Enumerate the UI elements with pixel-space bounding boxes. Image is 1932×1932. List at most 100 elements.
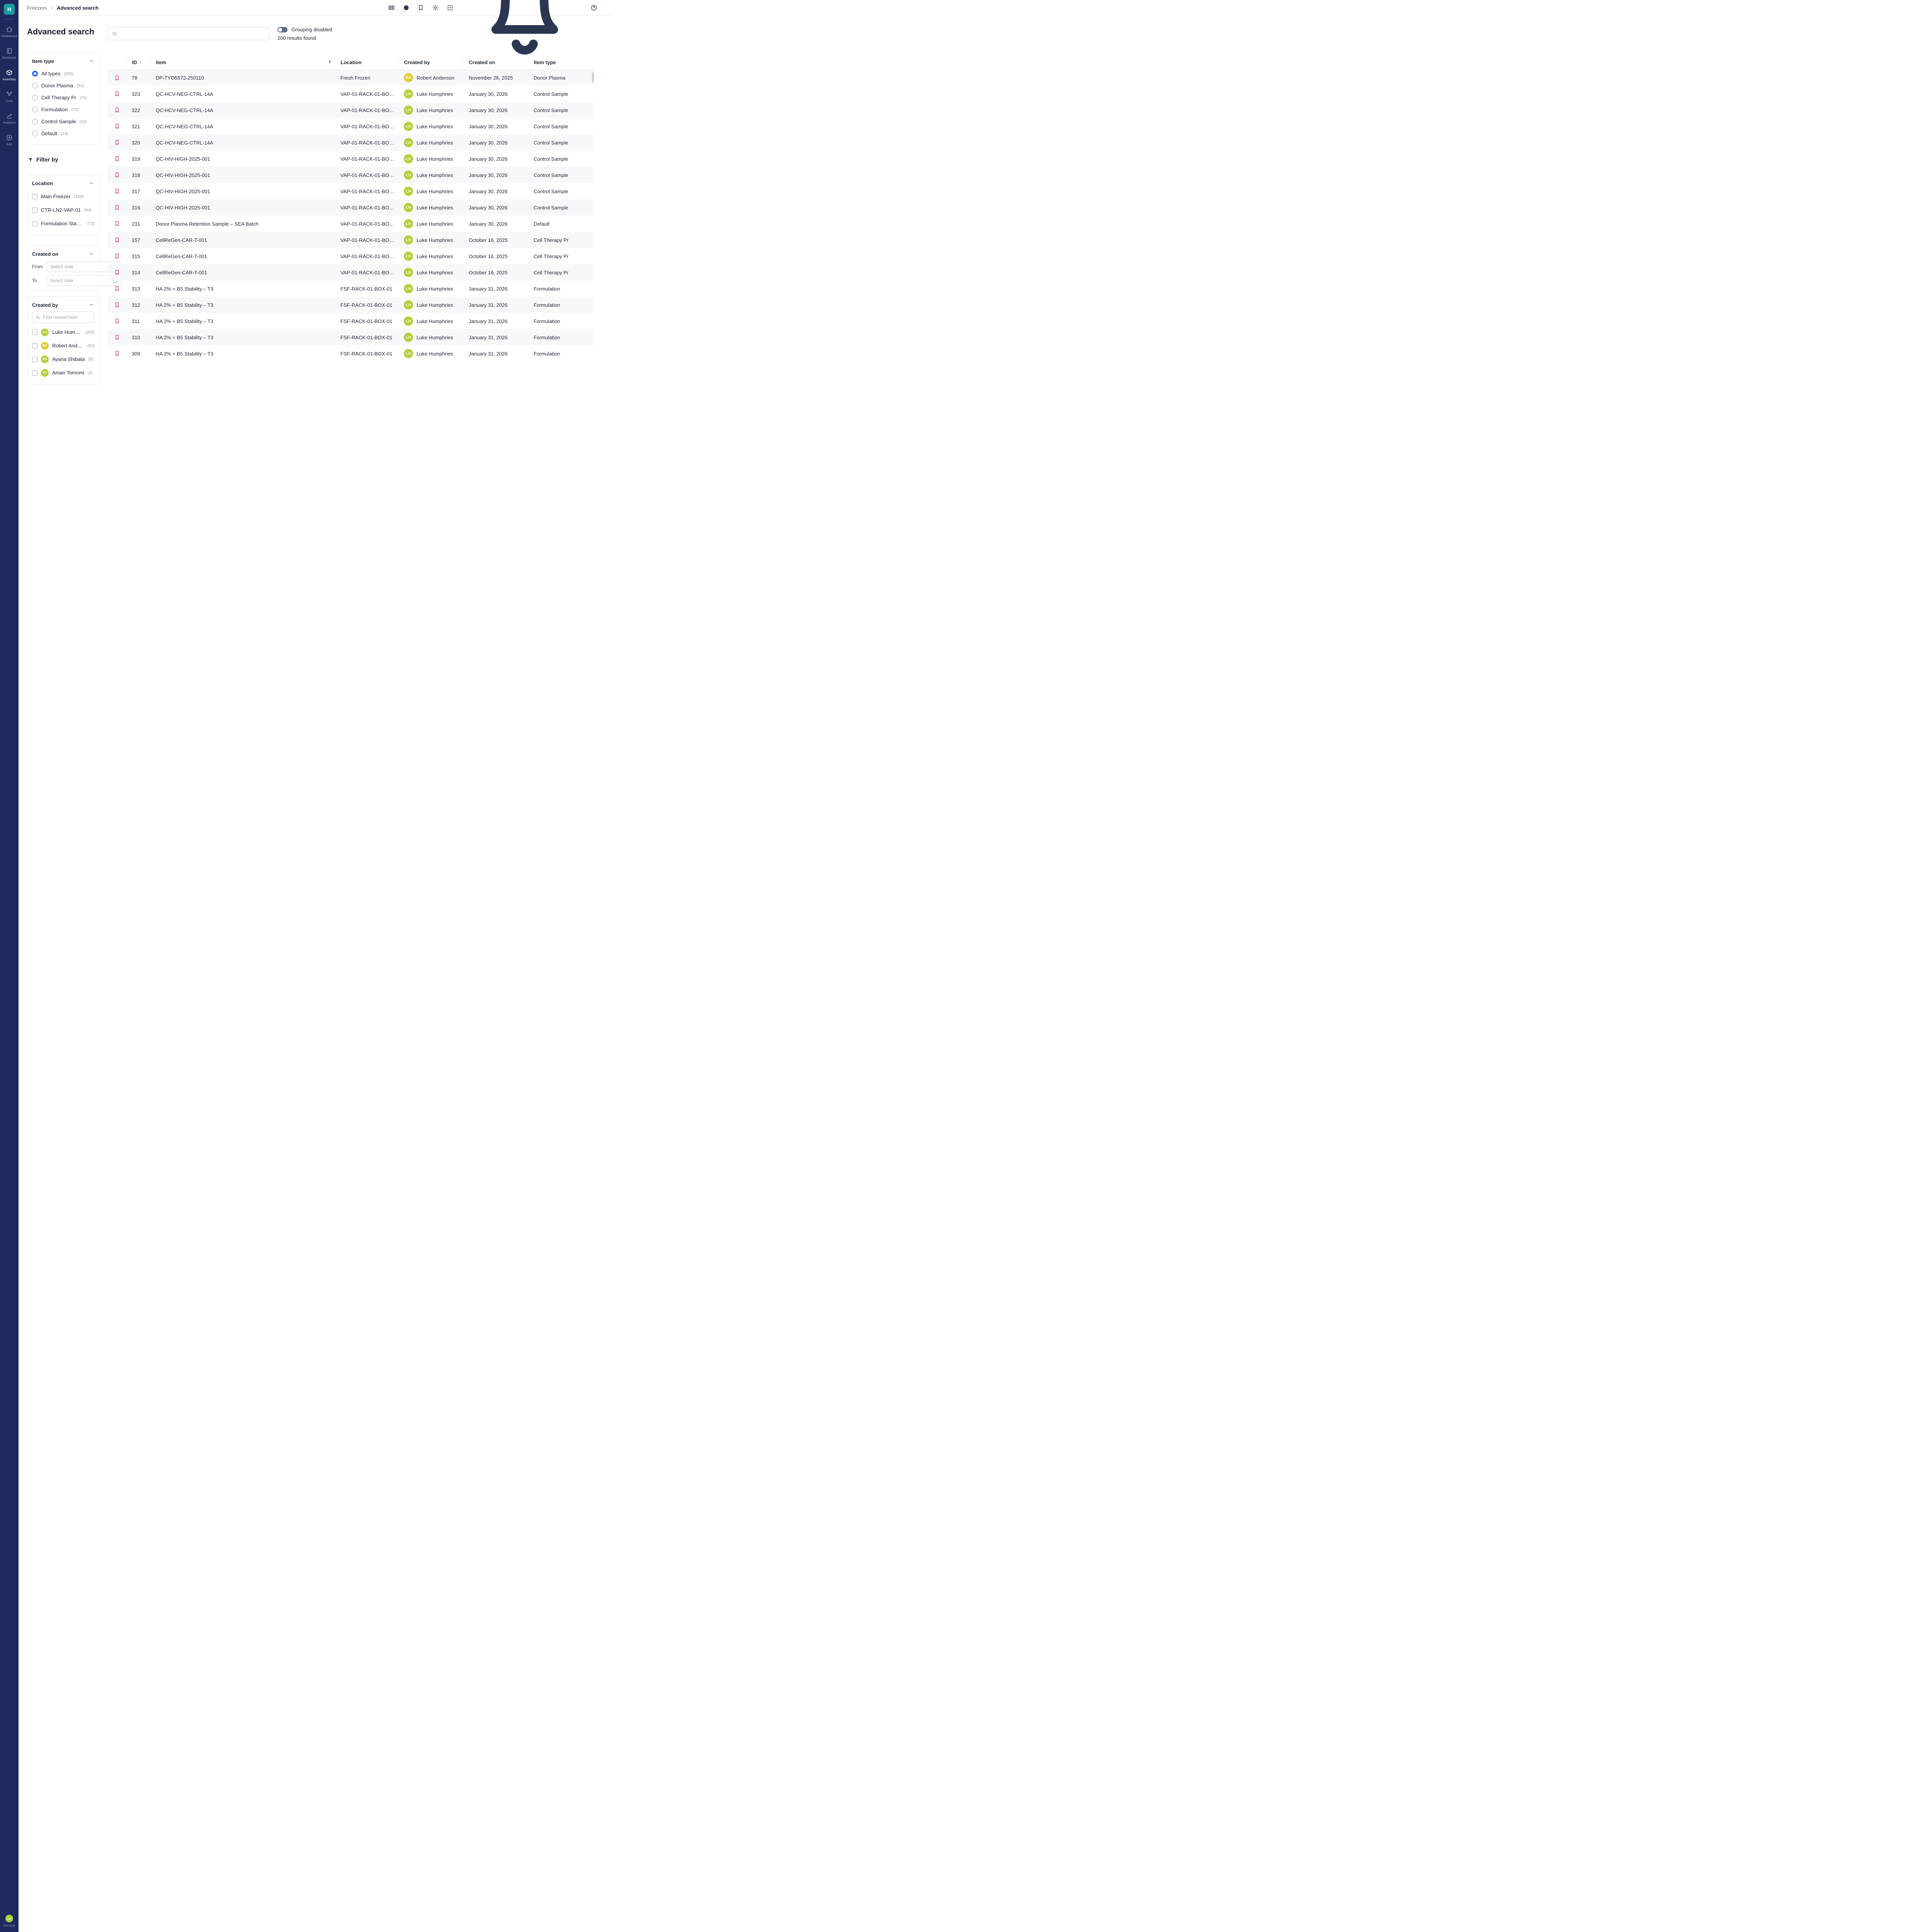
item-type-option[interactable]: Donor Plasma(81): [32, 80, 95, 92]
table-row[interactable]: 314CellReGen-CAR-T-001VAP-01-RACK-01-BOX…: [107, 264, 594, 281]
globe-icon[interactable]: [403, 4, 410, 11]
table-row[interactable]: 317QC-HIV-HIGH-2025-001VAP-01-RACK-01-BO…: [107, 183, 594, 199]
cell-item[interactable]: HA 2% + B5 Stability – T3: [151, 345, 335, 362]
breadcrumb-freezers[interactable]: Freezers: [27, 5, 47, 11]
cell-item[interactable]: CellReGen-CAR-T-001: [151, 232, 335, 248]
item-type-option[interactable]: Control Sample(24): [32, 116, 95, 128]
table-row[interactable]: 312HA 2% + B5 Stability – T3FSF-RACK-01-…: [107, 297, 594, 313]
cell-item[interactable]: QC-HIV-HIGH-2025-001: [151, 183, 335, 199]
table-row[interactable]: 157CellReGen-CAR-T-001VAP-01-RACK-01-BOX…: [107, 232, 594, 248]
avatar: AT: [41, 369, 49, 377]
find-researchers-input[interactable]: [43, 315, 91, 320]
cell-item[interactable]: HA 2% + B5 Stability – T3: [151, 297, 335, 313]
collapse-icon[interactable]: [88, 251, 95, 257]
table-row[interactable]: 316QC-HIV-HIGH-2025-001VAP-01-RACK-01-BO…: [107, 199, 594, 216]
apps-grid-icon[interactable]: [447, 4, 454, 11]
table-row[interactable]: 313HA 2% + B5 Stability – T3FSF-RACK-01-…: [107, 281, 594, 297]
cell-item[interactable]: QC-HCV-NEG-CTRL-14A: [151, 86, 335, 102]
cell-item[interactable]: HA 2% + B5 Stability – T3: [151, 281, 335, 297]
table-row[interactable]: 319QC-HIV-HIGH-2025-001VAP-01-RACK-01-BO…: [107, 151, 594, 167]
row-bookmark-icon[interactable]: [114, 156, 120, 162]
row-bookmark-icon[interactable]: [114, 172, 120, 178]
row-bookmark-icon[interactable]: [114, 188, 120, 194]
location-option[interactable]: Main Freezer(100): [32, 190, 95, 203]
sidebar-item-add[interactable]: Add: [0, 129, 19, 151]
cell-item[interactable]: QC-HIV-HIGH-2025-001: [151, 151, 335, 167]
barcode-icon[interactable]: [388, 4, 395, 11]
researcher-option[interactable]: ATAmari Tomomi(2): [32, 366, 95, 379]
sidebar-nav: DashboardNotebookInventoryCoreAnalyticsA…: [0, 21, 19, 151]
cell-item[interactable]: QC-HCV-NEG-CTRL-14A: [151, 102, 335, 118]
table-row[interactable]: 311HA 2% + B5 Stability – T3FSF-RACK-01-…: [107, 313, 594, 329]
col-id[interactable]: ID ▲▼: [127, 55, 151, 70]
bookmark-icon[interactable]: [417, 4, 424, 11]
row-bookmark-icon[interactable]: [114, 91, 120, 97]
row-bookmark-icon[interactable]: [114, 204, 120, 211]
collapse-icon[interactable]: [88, 58, 95, 64]
help-icon[interactable]: [590, 4, 597, 11]
table-row[interactable]: 309HA 2% + B5 Stability – T3FSF-RACK-01-…: [107, 345, 594, 362]
table-row[interactable]: 320QC-HCV-NEG-CTRL-14AVAP-01-RACK-01-BOX…: [107, 134, 594, 151]
cell-item[interactable]: HA 2% + B5 Stability – T3: [151, 329, 335, 345]
row-bookmark-icon[interactable]: [114, 318, 120, 324]
item-type-option[interactable]: Default(13): [32, 128, 95, 139]
grouping-toggle[interactable]: [277, 27, 287, 32]
table-row[interactable]: 321QC-HCV-NEG-CTRL-14AVAP-01-RACK-01-BOX…: [107, 118, 594, 134]
cell-item[interactable]: HA 2% + B5 Stability – T3: [151, 313, 335, 329]
cell-item[interactable]: DP-TYO5572-250110: [151, 70, 335, 86]
collapse-icon[interactable]: [88, 180, 95, 186]
app-logo[interactable]: H: [4, 4, 15, 15]
table-row[interactable]: 323QC-HCV-NEG-CTRL-14AVAP-01-RACK-01-BOX…: [107, 86, 594, 102]
table-row[interactable]: 322QC-HCV-NEG-CTRL-14AVAP-01-RACK-01-BOX…: [107, 102, 594, 118]
collapse-icon[interactable]: [88, 302, 95, 308]
checkbox-icon: [32, 221, 37, 226]
settings-gear-icon[interactable]: [432, 4, 439, 11]
row-bookmark-icon[interactable]: [114, 334, 120, 340]
location-option[interactable]: CTR-LN2-VAP-01(93): [32, 203, 95, 217]
row-bookmark-icon[interactable]: [114, 269, 120, 276]
row-bookmark-icon[interactable]: [114, 350, 120, 357]
sidebar-item-analytics[interactable]: Analytics: [0, 107, 19, 129]
cell-item[interactable]: QC-HCV-NEG-CTRL-14A: [151, 118, 335, 134]
cell-item[interactable]: QC-HIV-HIGH-2025-001: [151, 167, 335, 183]
row-bookmark-icon[interactable]: [114, 286, 120, 292]
row-bookmark-icon[interactable]: [114, 221, 120, 227]
cell-item[interactable]: QC-HCV-NEG-CTRL-14A: [151, 134, 335, 151]
row-bookmark-icon[interactable]: [114, 253, 120, 259]
cell-item[interactable]: CellReGen-CAR-T-001: [151, 248, 335, 264]
table-row[interactable]: 318QC-HIV-HIGH-2025-001VAP-01-RACK-01-BO…: [107, 167, 594, 183]
date-to-input[interactable]: [50, 278, 110, 283]
item-type-option[interactable]: Formulation(72): [32, 104, 95, 116]
cell-item[interactable]: QC-HIV-HIGH-2025-001: [151, 199, 335, 216]
search-input[interactable]: [121, 31, 265, 37]
cell-item[interactable]: Donor Plasma Retention Sample – SEA Batc…: [151, 216, 335, 232]
row-bookmark-icon[interactable]: [114, 107, 120, 113]
row-bookmark-icon[interactable]: [114, 302, 120, 308]
researcher-option[interactable]: LHLuke Humphries(203): [32, 325, 95, 339]
item-type-option[interactable]: All types(265): [32, 68, 95, 80]
sidebar-item-inventory[interactable]: Inventory: [0, 64, 19, 86]
date-from-input[interactable]: [50, 264, 110, 269]
sidebar-item-dashboard[interactable]: Dashboard: [0, 21, 19, 43]
sidebar-item-account[interactable]: LH Account: [3, 1915, 15, 1927]
row-bookmark-icon[interactable]: [114, 139, 120, 146]
table-row[interactable]: 78DP-TYO5572-250110Fresh FrozenRARobert …: [107, 70, 594, 86]
col-item[interactable]: Item ▲▼: [151, 55, 335, 70]
table-row[interactable]: 231Donor Plasma Retention Sample – SEA B…: [107, 216, 594, 232]
row-bookmark-icon[interactable]: [114, 123, 120, 129]
cell-item[interactable]: CellReGen-CAR-T-001: [151, 264, 335, 281]
scrollbar-thumb[interactable]: [592, 72, 594, 82]
researcher-option[interactable]: ASAyana Shibata(8): [32, 352, 95, 366]
location-option[interactable]: Formulation Stability Fr...(72): [32, 217, 95, 230]
sidebar-item-core[interactable]: Core: [0, 86, 19, 107]
row-bookmark-icon[interactable]: [114, 75, 120, 81]
sort-icon-item-active[interactable]: ▲▼: [328, 60, 332, 65]
sidebar-item-notebook[interactable]: Notebook: [0, 43, 19, 64]
researcher-option[interactable]: RARobert Anderson(52): [32, 339, 95, 352]
table-row[interactable]: 315CellReGen-CAR-T-001VAP-01-RACK-01-BOX…: [107, 248, 594, 264]
notifications-bell[interactable]: [467, 0, 583, 66]
table-row[interactable]: 310HA 2% + B5 Stability – T3FSF-RACK-01-…: [107, 329, 594, 345]
row-bookmark-icon[interactable]: [114, 237, 120, 243]
sort-icon-id[interactable]: ▲▼: [139, 60, 142, 65]
item-type-option[interactable]: Cell Therapy Pr(75): [32, 92, 95, 104]
